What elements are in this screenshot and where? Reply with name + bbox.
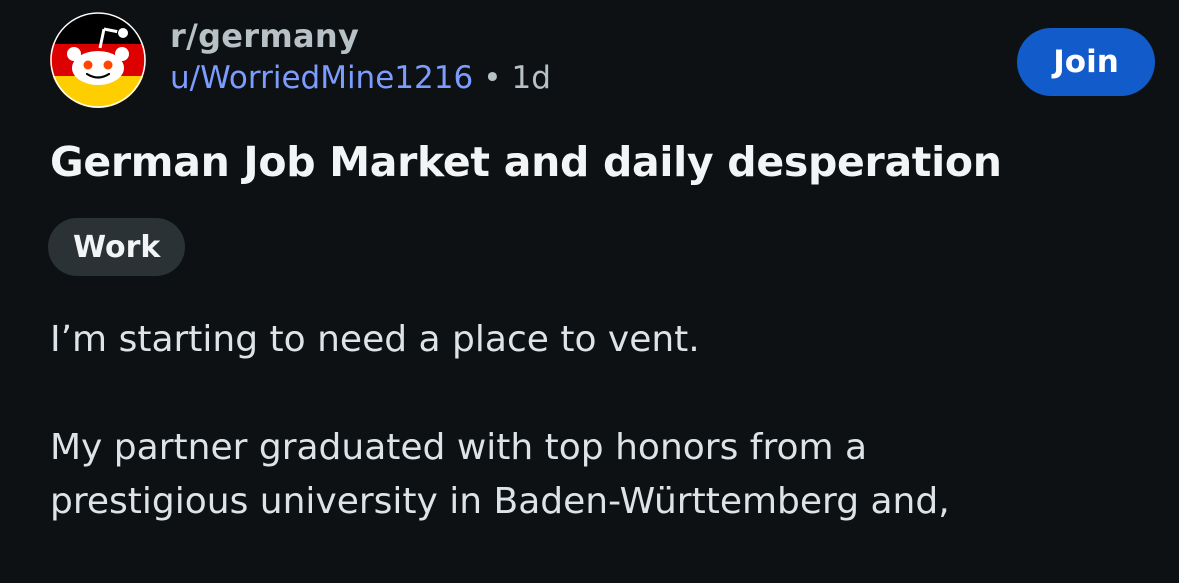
author-username[interactable]: u/WorriedMine1216: [170, 60, 473, 96]
post-header: r/germany u/WorriedMine1216 • 1d: [170, 16, 551, 100]
subreddit-avatar-icon[interactable]: [50, 12, 146, 108]
subreddit-name[interactable]: r/germany: [170, 16, 551, 56]
post-meta: u/WorriedMine1216 • 1d: [170, 56, 551, 100]
post-flair[interactable]: Work: [48, 218, 186, 276]
post-title[interactable]: German Job Market and daily desperation: [50, 132, 1002, 192]
body-paragraph: I’m starting to need a place to vent.: [50, 319, 700, 360]
join-button[interactable]: Join: [1017, 28, 1155, 96]
meta-separator: •: [483, 60, 502, 96]
post-body: I’m starting to need a place to vent. My…: [50, 313, 1160, 583]
body-paragraph: My partner graduated with top honors fro…: [50, 427, 950, 522]
post-age: 1d: [511, 60, 551, 96]
